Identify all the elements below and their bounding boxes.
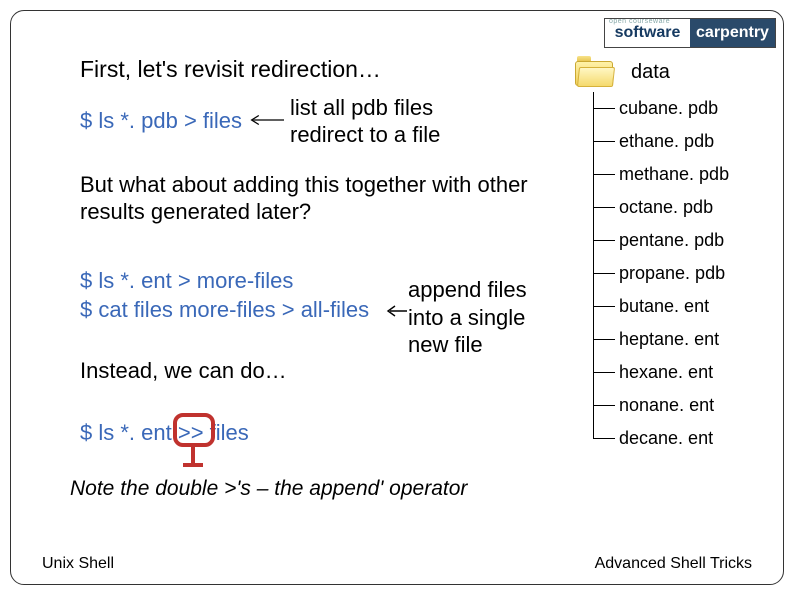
- tree-file: butane. ent: [593, 290, 770, 323]
- paragraph-question: But what about adding this together with…: [80, 172, 530, 226]
- tree-file-label: ethane. pdb: [619, 131, 714, 152]
- footer-right: Advanced Shell Tricks: [595, 555, 752, 573]
- logo-right-text: carpentry: [696, 24, 769, 42]
- command-ls-ent: $ ls *. ent > more-files: [80, 268, 293, 294]
- annotation-list-pdb: list all pdb files: [290, 95, 433, 121]
- arrow-left-icon: [385, 305, 407, 317]
- tree-file-label: methane. pdb: [619, 164, 729, 185]
- command-append: $ ls *. ent >> files: [80, 420, 249, 446]
- tree-file-label: pentane. pdb: [619, 230, 724, 251]
- tree-body: cubane. pdb ethane. pdb methane. pdb oct…: [593, 92, 770, 455]
- tree-file: propane. pdb: [593, 257, 770, 290]
- logo-subtext: open courseware: [609, 18, 670, 25]
- highlight-foot: [183, 463, 203, 467]
- tree-file: decane. ent: [593, 422, 770, 455]
- logo-right: carpentry: [690, 19, 775, 47]
- logo: open courseware software carpentry: [604, 18, 776, 48]
- command-ls-pdb: $ ls *. pdb > files: [80, 108, 242, 134]
- annotation-double-gt: Note the double >'s – the append' operat…: [70, 476, 467, 501]
- annotation-redirect: redirect to a file: [290, 122, 440, 148]
- arrow-left-icon: [248, 114, 284, 126]
- folder-icon: [575, 56, 615, 88]
- file-tree: data cubane. pdb ethane. pdb methane. pd…: [575, 56, 770, 455]
- command-cat-files: $ cat files more-files > all-files: [80, 297, 369, 323]
- tree-file-label: hexane. ent: [619, 362, 713, 383]
- tree-file: heptane. ent: [593, 323, 770, 356]
- command-append-pre: $ ls *. ent: [80, 420, 178, 445]
- tree-file: methane. pdb: [593, 158, 770, 191]
- tree-file: octane. pdb: [593, 191, 770, 224]
- tree-file: hexane. ent: [593, 356, 770, 389]
- tree-file-label: cubane. pdb: [619, 98, 718, 119]
- tree-file-label: butane. ent: [619, 296, 709, 317]
- tree-file-label: octane. pdb: [619, 197, 713, 218]
- tree-file: pentane. pdb: [593, 224, 770, 257]
- tree-file-label: heptane. ent: [619, 329, 719, 350]
- paragraph-instead: Instead, we can do…: [80, 358, 287, 384]
- tree-file-label: decane. ent: [619, 428, 713, 449]
- slide-heading: First, let's revisit redirection…: [80, 56, 381, 83]
- tree-file: cubane. pdb: [593, 92, 770, 125]
- tree-file-label: nonane. ent: [619, 395, 714, 416]
- folder-row: data: [575, 56, 770, 88]
- highlight-circle: [173, 413, 215, 447]
- tree-file-label: propane. pdb: [619, 263, 725, 284]
- footer-left: Unix Shell: [42, 555, 114, 573]
- tree-file: ethane. pdb: [593, 125, 770, 158]
- folder-label: data: [631, 61, 670, 84]
- logo-left: open courseware software: [605, 19, 690, 47]
- tree-file: nonane. ent: [593, 389, 770, 422]
- logo-left-text: software: [615, 24, 681, 42]
- annotation-append: append files into a single new file: [408, 276, 527, 359]
